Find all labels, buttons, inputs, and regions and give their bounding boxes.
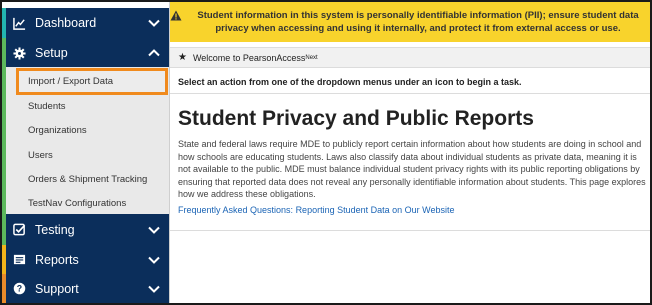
nav-testing-label: Testing — [35, 222, 75, 237]
chevron-down-icon — [148, 256, 160, 264]
submenu-item-orders[interactable]: Orders & Shipment Tracking — [28, 174, 147, 185]
sidebar: Dashboard Setup Import / Export Data Stu… — [2, 2, 169, 303]
submenu-item-import-export[interactable]: Import / Export Data — [28, 76, 113, 87]
line-chart-icon — [13, 17, 26, 30]
star-icon[interactable]: ★ — [178, 52, 187, 63]
submenu-item-organizations[interactable]: Organizations — [28, 125, 87, 136]
page-title: Student Privacy and Public Reports — [178, 107, 534, 130]
nav-reports-label: Reports — [35, 252, 79, 267]
banner-text: Student information in this system is pe… — [197, 10, 639, 34]
pii-warning-banner: Student information in this system is pe… — [170, 2, 650, 42]
nav-support[interactable]: ? Support — [2, 274, 169, 303]
submenu-item-users[interactable]: Users — [28, 150, 53, 161]
warning-icon — [170, 10, 182, 21]
chevron-down-icon — [148, 19, 160, 27]
question-icon: ? — [13, 282, 26, 295]
main-content: Student information in this system is pe… — [169, 2, 650, 303]
nav-dashboard-label: Dashboard — [35, 16, 97, 30]
chevron-down-icon — [148, 285, 160, 293]
nav-support-label: Support — [35, 281, 79, 296]
report-icon — [13, 254, 26, 265]
divider — [170, 230, 650, 231]
chevron-down-icon — [148, 226, 160, 234]
chevron-up-icon — [148, 49, 160, 57]
submenu-item-testnav[interactable]: TestNav Configurations — [28, 198, 126, 209]
checkbox-icon — [13, 223, 26, 236]
welcome-bar: ★ Welcome to PearsonAccess Next — [170, 47, 650, 68]
svg-text:?: ? — [17, 284, 22, 294]
page-body-text: State and federal laws require MDE to pu… — [178, 139, 646, 199]
nav-reports[interactable]: Reports — [2, 245, 169, 274]
nav-dashboard[interactable]: Dashboard — [2, 8, 169, 38]
welcome-superscript: Next — [305, 54, 318, 61]
welcome-text: Welcome to PearsonAccess — [192, 52, 306, 63]
app-window: Dashboard Setup Import / Export Data Stu… — [0, 0, 652, 305]
faq-link[interactable]: Frequently Asked Questions: Reporting St… — [178, 205, 455, 215]
instruction-text: Select an action from one of the dropdow… — [178, 77, 522, 87]
submenu-item-students[interactable]: Students — [28, 101, 66, 112]
nav-setup-label: Setup — [35, 46, 68, 60]
nav-testing[interactable]: Testing — [2, 214, 169, 245]
gear-icon — [13, 46, 26, 60]
divider — [170, 93, 650, 94]
nav-setup[interactable]: Setup — [2, 38, 169, 68]
